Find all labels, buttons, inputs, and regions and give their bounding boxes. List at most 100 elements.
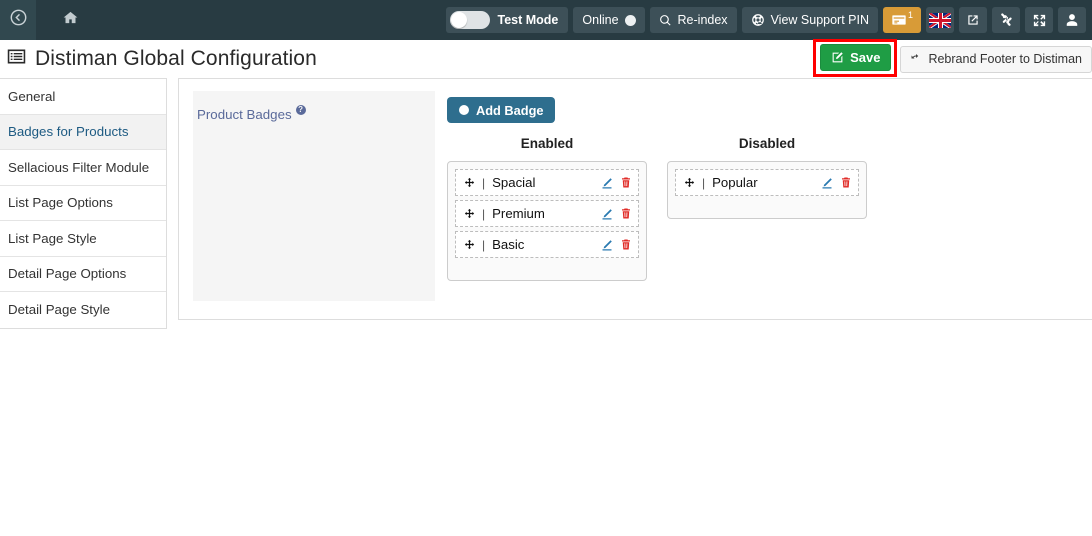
joomla-icon [999, 13, 1013, 27]
settings-sidebar: General Badges for Products Sellacious F… [0, 78, 167, 329]
sidebar-item-general[interactable]: General [0, 79, 166, 115]
move-arrows-icon[interactable] [463, 176, 476, 189]
sidebar-item-label: List Page Style [8, 230, 97, 246]
card-icon [891, 12, 907, 28]
question-mark-icon[interactable]: ? [295, 105, 306, 115]
preview-site-button[interactable] [959, 7, 987, 33]
edit-square-icon [831, 51, 844, 64]
sidebar-item-badges-for-products[interactable]: Badges for Products [0, 114, 166, 150]
save-button-highlight: Save [813, 39, 898, 77]
field-control-pane: Add Badge Enabled | Spacial | Premium | … [435, 91, 1091, 301]
settings-content-panel: Product Badges ? Add Badge Enabled | Spa… [178, 78, 1092, 320]
badge-item-spacial[interactable]: | Spacial [455, 169, 639, 196]
product-badges-label: Product Badges [197, 107, 292, 122]
badge-name: Spacial [492, 175, 536, 190]
product-badges-fieldset: Product Badges ? Add Badge Enabled | Spa… [193, 91, 1091, 301]
sidebar-item-sellacious-filter-module[interactable]: Sellacious Filter Module [0, 150, 166, 186]
sidebar-item-detail-page-options[interactable]: Detail Page Options [0, 257, 166, 292]
field-label-pane: Product Badges ? [193, 91, 435, 301]
page-header-actions: Save Rebrand Footer to Distiman [813, 39, 1092, 78]
badge-actions [601, 238, 632, 251]
badge-name: Basic [492, 237, 525, 252]
reindex-button[interactable]: Re-index [649, 7, 737, 33]
badge-name: Premium [492, 206, 545, 221]
online-status-button[interactable]: Online [573, 7, 645, 33]
plus-circle-icon [458, 104, 470, 116]
home-icon [63, 10, 78, 30]
badge-item-basic[interactable]: | Basic [455, 231, 639, 258]
support-pin-label: View Support PIN [770, 13, 869, 27]
badge-separator: | [702, 175, 706, 190]
search-icon [659, 14, 672, 27]
sidebar-item-list-page-options[interactable]: List Page Options [0, 186, 166, 221]
page-title: Distiman Global Configuration [35, 47, 317, 70]
trash-icon[interactable] [620, 176, 632, 189]
user-menu-button[interactable] [1058, 7, 1086, 33]
expand-icon [1032, 13, 1047, 28]
add-badge-label: Add Badge [476, 102, 544, 118]
back-button[interactable] [0, 0, 36, 40]
badge-separator: | [482, 175, 486, 190]
reindex-label: Re-index [677, 13, 728, 27]
badge-actions [601, 207, 632, 220]
page-header: Distiman Global Configuration Save Rebra… [0, 39, 1092, 78]
add-badge-button[interactable]: Add Badge [447, 97, 555, 123]
sidebar-item-label: Sellacious Filter Module [8, 159, 150, 175]
sidebar-item-list-page-style[interactable]: List Page Style [0, 221, 166, 257]
toggle-track [449, 11, 490, 29]
sidebar-item-label: Detail Page Style [8, 302, 110, 318]
move-arrows-icon[interactable] [463, 207, 476, 220]
badge-item-popular[interactable]: | Popular [675, 169, 859, 196]
sidebar-item-label: General [8, 88, 56, 104]
badge-separator: | [482, 237, 486, 252]
uk-flag-icon [929, 12, 951, 28]
rebrand-footer-label: Rebrand Footer to Distiman [928, 52, 1082, 66]
trash-icon[interactable] [840, 176, 852, 189]
pencil-icon[interactable] [601, 208, 613, 220]
rebrand-footer-button[interactable]: Rebrand Footer to Distiman [900, 45, 1092, 73]
fullscreen-button[interactable] [1025, 7, 1053, 33]
back-arrow-circle-icon [9, 8, 28, 32]
user-icon [1065, 13, 1079, 27]
pencil-icon[interactable] [601, 177, 613, 189]
trash-icon[interactable] [620, 238, 632, 251]
test-mode-toggle[interactable]: Test Mode [445, 7, 569, 33]
language-button[interactable] [926, 7, 954, 33]
pencil-icon[interactable] [601, 239, 613, 251]
badge-column-enabled: Enabled | Spacial | Premium | Basic [447, 136, 647, 281]
badge-column-disabled: Disabled | Popular [667, 136, 867, 281]
badge-columns: Enabled | Spacial | Premium | Basic Disa… [447, 136, 867, 281]
save-button-label: Save [850, 50, 881, 65]
badge-dropzone-enabled[interactable]: | Spacial | Premium | Basic [447, 161, 647, 281]
move-arrows-icon[interactable] [463, 238, 476, 251]
view-support-pin-button[interactable]: View Support PIN [741, 7, 878, 33]
move-arrows-icon[interactable] [683, 176, 696, 189]
sidebar-item-detail-page-style[interactable]: Detail Page Style [0, 292, 166, 328]
badge-name: Popular [712, 175, 758, 190]
badge-actions [821, 176, 852, 189]
online-label: Online [582, 13, 619, 27]
page-header-left: Distiman Global Configuration [0, 46, 317, 72]
sidebar-item-label: Detail Page Options [8, 266, 127, 282]
trash-icon[interactable] [620, 207, 632, 220]
test-mode-label: Test Mode [497, 13, 559, 27]
save-button[interactable]: Save [820, 44, 892, 71]
sidebar-item-label: Badges for Products [8, 124, 129, 140]
topbar-actions: Test Mode Online Re-index View Support P… [445, 0, 1092, 40]
pencil-icon[interactable] [821, 177, 833, 189]
toggle-knob [450, 12, 467, 28]
online-status-dot [624, 14, 636, 26]
joomla-button[interactable] [992, 7, 1020, 33]
external-link-icon [966, 13, 980, 27]
refresh-icon [910, 53, 922, 65]
sidebar-item-label: List Page Options [8, 195, 113, 211]
badge-item-premium[interactable]: | Premium [455, 200, 639, 227]
badge-dropzone-disabled[interactable]: | Popular [667, 161, 867, 219]
badge-separator: | [482, 206, 486, 221]
list-panel-icon [6, 46, 27, 72]
messages-button[interactable]: 1 [883, 7, 921, 33]
product-badges-label-row: Product Badges ? [197, 105, 435, 122]
home-button[interactable] [36, 0, 104, 40]
column-title-disabled: Disabled [738, 136, 796, 151]
badge-actions [601, 176, 632, 189]
